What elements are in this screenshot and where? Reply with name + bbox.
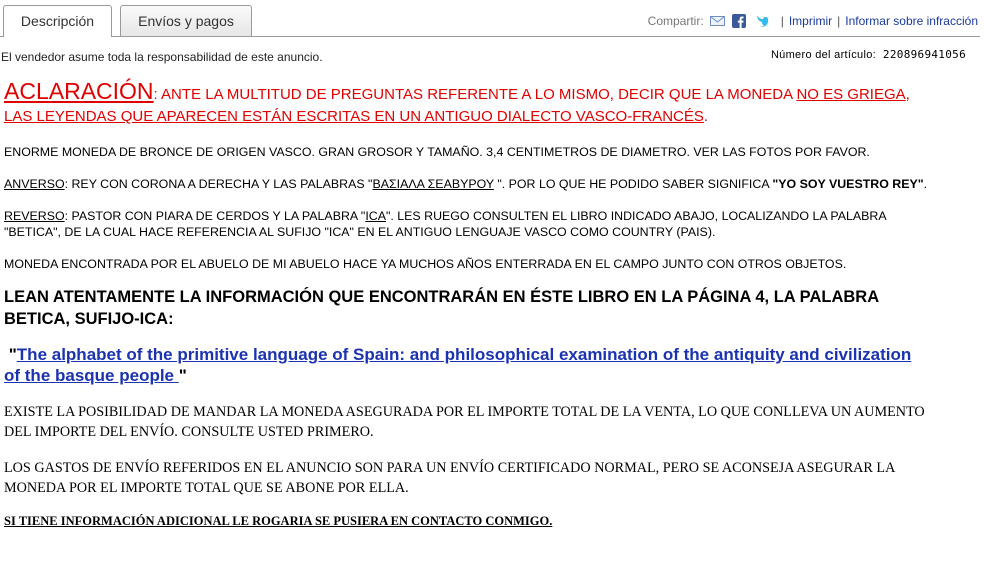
intro-paragraph: ENORME MONEDA DE BRONCE DE ORIGEN VASCO.… [4, 145, 870, 159]
clarification: ACLARACIÓN: ANTE LA MULTITUD DE PREGUNTA… [4, 80, 929, 128]
insurance-paragraph: EXISTE LA POSIBILIDAD DE MANDAR LA MONED… [4, 404, 925, 440]
reverso-label: REVERSO [4, 209, 65, 223]
anverso-text-2: ". POR LO QUE HE PODIDO SABER SIGNIFICA [493, 177, 773, 191]
report-link[interactable]: Informar sobre infracción [845, 14, 978, 28]
tab-description[interactable]: Descripción [3, 5, 112, 37]
anverso-meaning: "YO SOY VUESTRO REY" [772, 177, 924, 191]
clarification-not-greek: NO ES GRIEGA [796, 86, 906, 103]
print-link[interactable]: Imprimir [789, 14, 832, 28]
anverso-period: . [923, 177, 928, 191]
item-number-value: 220896941056 [882, 48, 966, 61]
item-number: Número del artículo: 220896941056 [771, 48, 966, 61]
clarification-period: . [703, 108, 709, 125]
reverso-word: ICA [365, 209, 386, 223]
twitter-icon[interactable] [754, 14, 769, 28]
tab-bar: Descripción Envíos y pagos Compartir: | … [0, 0, 984, 37]
tab-shipping-payments[interactable]: Envíos y pagos [120, 5, 252, 36]
email-icon[interactable] [709, 14, 725, 28]
description-content: ACLARACIÓN: ANTE LA MULTITUD DE PREGUNTA… [4, 80, 929, 529]
anverso-label: ANVERSO [4, 177, 65, 191]
clarification-dialect: LAS LEYENDAS QUE APARECEN ESTÁN ESCRITAS… [4, 108, 704, 125]
item-number-label: Número del artículo: [770, 49, 876, 61]
anverso-paragraph: ANVERSO: REY CON CORONA A DERECHA Y LAS … [4, 176, 929, 192]
reverso-paragraph: REVERSO: PASTOR CON PIARA DE CERDOS Y LA… [4, 208, 929, 240]
contact-notice: SI TIENE INFORMACIÓN ADICIONAL LE ROGARI… [4, 514, 553, 528]
book-instruction-heading: LEAN ATENTAMENTE LA INFORMACIÓN QUE ENCO… [4, 288, 879, 328]
clarification-comma: , [905, 86, 910, 103]
clarification-text: : ANTE LA MULTITUD DE PREGUNTAS REFERENT… [153, 86, 797, 103]
book-open-quote: " [4, 345, 17, 364]
seller-notice: El vendedor asume toda la responsabilida… [1, 50, 323, 64]
shipping-paragraph: LOS GASTOS DE ENVÍO REFERIDOS EN EL ANUN… [4, 460, 895, 496]
separator: | [837, 14, 841, 28]
anverso-text: : REY CON CORONA A DERECHA Y LAS PALABRA… [64, 177, 373, 191]
book-close-quote: " [178, 366, 187, 385]
book-reference: "The alphabet of the primitive language … [4, 344, 929, 386]
anverso-legend: ΒΑΣΙΑΛΑ ΣΕΑΒΥΡΟΥ [372, 177, 494, 191]
separator: | [780, 14, 784, 28]
share-label: Compartir: [647, 14, 704, 28]
facebook-icon[interactable] [731, 14, 747, 28]
clarification-title: ACLARACIÓN [4, 78, 154, 104]
share-toolbar: Compartir: | Imprimir | Informar sobre i… [648, 14, 978, 28]
tab-baseline [0, 36, 980, 37]
book-link[interactable]: The alphabet of the primitive language o… [4, 345, 911, 385]
reverso-text: : PASTOR CON PIARA DE CERDOS Y LA PALABR… [64, 209, 366, 223]
found-paragraph: MONEDA ENCONTRADA POR EL ABUELO DE MI AB… [4, 257, 847, 271]
